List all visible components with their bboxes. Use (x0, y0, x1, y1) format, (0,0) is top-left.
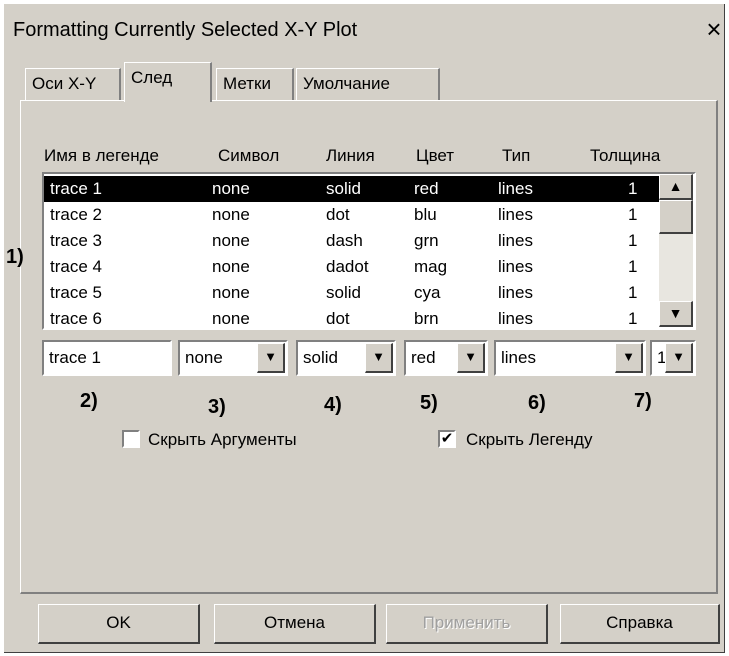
tab-defaults[interactable]: Умолчание (296, 68, 440, 100)
trace-color-cell: mag (414, 257, 448, 276)
trace-weight-cell: 1 (628, 231, 638, 250)
help-button[interactable]: Справка (560, 604, 720, 644)
marker-4: 4) (324, 394, 342, 416)
chevron-down-icon[interactable]: ▼ (457, 343, 485, 373)
column-header-type: Тип (502, 146, 531, 165)
trace-color-cell: grn (414, 231, 439, 250)
hide-legend-checkbox[interactable]: ✔ (438, 430, 456, 448)
trace-weight-cell: 1 (628, 283, 638, 302)
marker-2: 2) (80, 390, 98, 412)
trace-symbol-cell: none (212, 309, 250, 328)
trace-line-cell: dot (326, 309, 350, 328)
trace-name-cell: trace 2 (50, 205, 102, 224)
column-header-color: Цвет (416, 146, 455, 165)
marker-5: 5) (420, 392, 438, 414)
trace-line-cell: dot (326, 205, 350, 224)
trace-name-cell: trace 6 (50, 309, 102, 328)
window-title: Formatting Currently Selected X-Y Plot (13, 19, 358, 41)
hide-legend-label: Скрыть Легенду (466, 430, 593, 449)
trace-list-scrollbar[interactable]: ▲ ▼ (659, 174, 693, 327)
trace-row[interactable]: trace 6 none dot brn lines 1 (44, 306, 664, 328)
chevron-down-icon[interactable]: ▼ (257, 343, 285, 373)
trace-color-cell: red (414, 179, 439, 198)
trace-color-cell: blu (414, 205, 437, 224)
trace-line-cell: solid (326, 179, 361, 198)
trace-name-cell: trace 1 (50, 179, 102, 198)
trace-name-input[interactable]: trace 1 (42, 340, 172, 376)
trace-line-cell: dadot (326, 257, 369, 276)
symbol-select[interactable]: none ▼ (178, 340, 288, 376)
trace-weight-cell: 1 (628, 309, 638, 328)
line-value: solid (303, 348, 338, 367)
marker-1: 1) (6, 246, 24, 268)
close-button[interactable]: × (700, 15, 728, 43)
symbol-value: none (185, 348, 223, 367)
trace-symbol-cell: none (212, 179, 250, 198)
column-header-symbol: Символ (218, 146, 280, 165)
trace-name-cell: trace 4 (50, 257, 102, 276)
tab-labels[interactable]: Метки (216, 68, 294, 100)
color-value: red (411, 348, 436, 367)
column-header-name: Имя в легенде (44, 146, 160, 165)
trace-type-cell: lines (498, 257, 533, 276)
column-header-line: Линия (326, 146, 375, 165)
chevron-down-icon[interactable]: ▼ (365, 343, 393, 373)
trace-row[interactable]: trace 1 none solid red lines 1 (44, 176, 664, 202)
trace-symbol-cell: none (212, 257, 250, 276)
marker-3: 3) (208, 396, 226, 418)
scroll-up-icon[interactable]: ▲ (659, 174, 693, 200)
trace-type-cell: lines (498, 231, 533, 250)
hide-args-label: Скрыть Аргументы (148, 430, 297, 449)
trace-row[interactable]: trace 2 none dot blu lines 1 (44, 202, 664, 228)
trace-line-cell: dash (326, 231, 363, 250)
marker-7: 7) (634, 390, 652, 412)
weight-select[interactable]: 1 ▼ (650, 340, 696, 376)
type-select[interactable]: lines ▼ (494, 340, 646, 376)
trace-type-cell: lines (498, 283, 533, 302)
trace-name-value: trace 1 (49, 348, 101, 367)
trace-row[interactable]: trace 4 none dadot mag lines 1 (44, 254, 664, 280)
chevron-down-icon[interactable]: ▼ (615, 343, 643, 373)
apply-button[interactable]: Применить (386, 604, 548, 644)
trace-weight-cell: 1 (628, 257, 638, 276)
trace-symbol-cell: none (212, 205, 250, 224)
trace-type-cell: lines (498, 179, 533, 198)
trace-color-cell: brn (414, 309, 439, 328)
trace-row[interactable]: trace 3 none dash grn lines 1 (44, 228, 664, 254)
scroll-down-icon[interactable]: ▼ (659, 301, 693, 327)
line-select[interactable]: solid ▼ (296, 340, 396, 376)
trace-color-cell: cya (414, 283, 441, 302)
hide-args-checkbox[interactable] (122, 430, 140, 448)
trace-type-cell: lines (498, 205, 533, 224)
trace-symbol-cell: none (212, 231, 250, 250)
trace-weight-cell: 1 (628, 179, 638, 198)
tab-trace[interactable]: След (124, 62, 212, 102)
marker-6: 6) (528, 392, 546, 414)
trace-symbol-cell: none (212, 283, 250, 302)
trace-weight-cell: 1 (628, 205, 638, 224)
trace-type-cell: lines (498, 309, 533, 328)
trace-name-cell: trace 3 (50, 231, 102, 250)
color-select[interactable]: red ▼ (404, 340, 488, 376)
scroll-thumb[interactable] (659, 200, 693, 234)
type-value: lines (501, 348, 536, 367)
tab-axes[interactable]: Оси X-Y (25, 68, 121, 100)
trace-list[interactable]: trace 1 none solid red lines 1 trace 2 none dot b… (42, 172, 696, 330)
trace-row[interactable]: trace 5 none solid cya lines 1 (44, 280, 664, 306)
trace-line-cell: solid (326, 283, 361, 302)
chevron-down-icon[interactable]: ▼ (665, 343, 693, 373)
check-icon: ✔ (440, 430, 454, 447)
cancel-button[interactable]: Отмена (214, 604, 376, 644)
column-header-weight: Толщина (590, 146, 661, 165)
ok-button[interactable]: OK (38, 604, 200, 644)
trace-name-cell: trace 5 (50, 283, 102, 302)
